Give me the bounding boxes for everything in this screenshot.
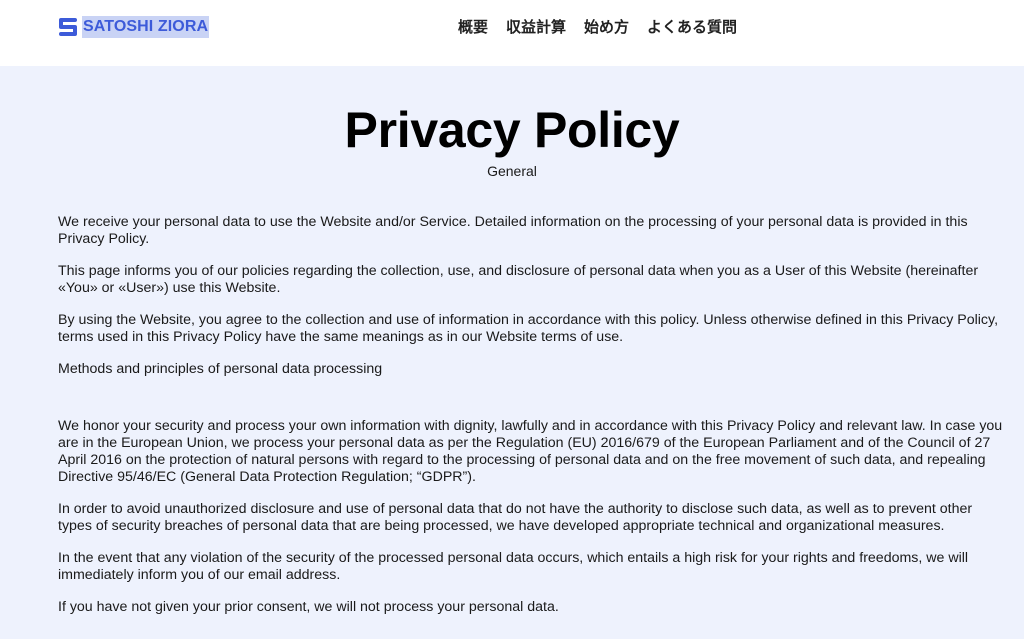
policy-paragraph: By using the Website, you agree to the c…: [58, 312, 999, 345]
policy-paragraph: In the event that any violation of the s…: [58, 550, 969, 583]
page-title: Privacy Policy: [344, 102, 680, 158]
main-nav: 概要 収益計算 始め方 よくある質問: [458, 15, 737, 39]
policy-paragraph: We honor your security and process your …: [58, 418, 1003, 485]
policy-paragraph: We receive your personal data to use the…: [58, 214, 968, 247]
policy-body: We receive your personal data to use the…: [58, 214, 1008, 631]
nav-item-profit-calculation[interactable]: 収益計算: [506, 17, 566, 37]
logo-text: SATOSHI ZIORA: [82, 16, 210, 38]
section-heading: Methods and principles of personal data …: [58, 361, 383, 377]
policy-paragraph: In order to avoid unauthorized disclosur…: [58, 501, 973, 534]
site-header: SATOSHI ZIORA 概要 収益計算 始め方 よくある質問: [0, 0, 1024, 66]
s-logo-icon: [59, 18, 77, 36]
main-content: Privacy Policy General We receive your p…: [0, 66, 1024, 639]
policy-paragraph: This page informs you of our policies re…: [58, 263, 979, 296]
nav-item-overview[interactable]: 概要: [458, 17, 488, 37]
nav-item-getting-started[interactable]: 始め方: [584, 17, 629, 37]
nav-item-faq[interactable]: よくある質問: [647, 17, 737, 37]
site-logo-link[interactable]: SATOSHI ZIORA: [58, 15, 210, 39]
policy-paragraph: If you have not given your prior consent…: [58, 599, 559, 615]
page-subtitle: General: [487, 163, 537, 179]
